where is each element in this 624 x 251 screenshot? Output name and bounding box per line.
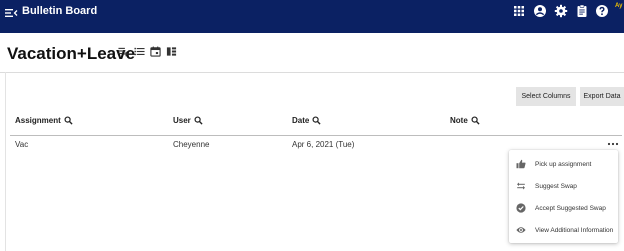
title-divider [0, 72, 624, 73]
select-columns-button[interactable]: Select Columns [516, 87, 576, 106]
column-header-note[interactable]: Note [450, 116, 480, 125]
menu-item-label: Suggest Swap [535, 182, 577, 190]
search-icon[interactable] [194, 116, 203, 125]
page-title: Vacation+Leave [7, 44, 136, 63]
check-circle-icon [516, 203, 526, 213]
search-icon[interactable] [312, 116, 321, 125]
table-header-divider [10, 135, 622, 136]
clipboard-icon[interactable] [575, 4, 589, 18]
menu-open-icon[interactable] [4, 6, 18, 20]
search-icon[interactable] [64, 116, 73, 125]
column-header-label: Note [450, 116, 468, 125]
row-context-menu: Pick up assignment Suggest Swap Accept S… [509, 150, 618, 243]
column-header-user[interactable]: User [173, 116, 203, 125]
user-initials-badge[interactable]: Ay [615, 3, 622, 9]
apps-grid-icon[interactable] [512, 4, 526, 18]
column-header-label: User [173, 116, 191, 125]
settings-gear-icon[interactable] [554, 4, 568, 18]
swap-icon [517, 182, 525, 190]
app-title: Bulletin Board [22, 5, 98, 17]
column-header-date[interactable]: Date [292, 116, 321, 125]
menu-item-accept-suggested-swap[interactable]: Accept Suggested Swap [509, 198, 618, 218]
search-icon[interactable] [471, 116, 480, 125]
help-icon[interactable] [595, 4, 609, 18]
menu-item-label: View Additional Information [535, 226, 614, 234]
menu-item-label: Pick up assignment [535, 160, 592, 168]
list-view-icon[interactable] [134, 46, 145, 57]
content-panel-border [5, 72, 6, 251]
column-header-label: Assignment [15, 116, 61, 125]
calendar-view-icon[interactable] [150, 46, 161, 57]
export-data-button[interactable]: Export Data [580, 87, 624, 106]
thumb-up-icon [516, 159, 526, 169]
top-app-bar: Bulletin Board Ay [0, 0, 624, 33]
more-options-icon[interactable] [607, 140, 619, 148]
menu-item-suggest-swap[interactable]: Suggest Swap [509, 176, 618, 196]
menu-item-pick-up-assignment[interactable]: Pick up assignment [509, 154, 618, 174]
cell-date: Apr 6, 2021 (Tue) [292, 140, 355, 149]
eye-icon [516, 227, 526, 233]
cell-assignment: Vac [15, 140, 29, 149]
account-circle-icon[interactable] [533, 4, 547, 18]
playlist-add-icon[interactable] [118, 46, 129, 57]
menu-item-view-additional-information[interactable]: View Additional Information [509, 220, 618, 240]
cell-user: Cheyenne [173, 140, 210, 149]
column-view-icon[interactable] [166, 46, 177, 57]
menu-item-label: Accept Suggested Swap [535, 204, 606, 212]
column-header-assignment[interactable]: Assignment [15, 116, 73, 125]
column-header-label: Date [292, 116, 310, 125]
